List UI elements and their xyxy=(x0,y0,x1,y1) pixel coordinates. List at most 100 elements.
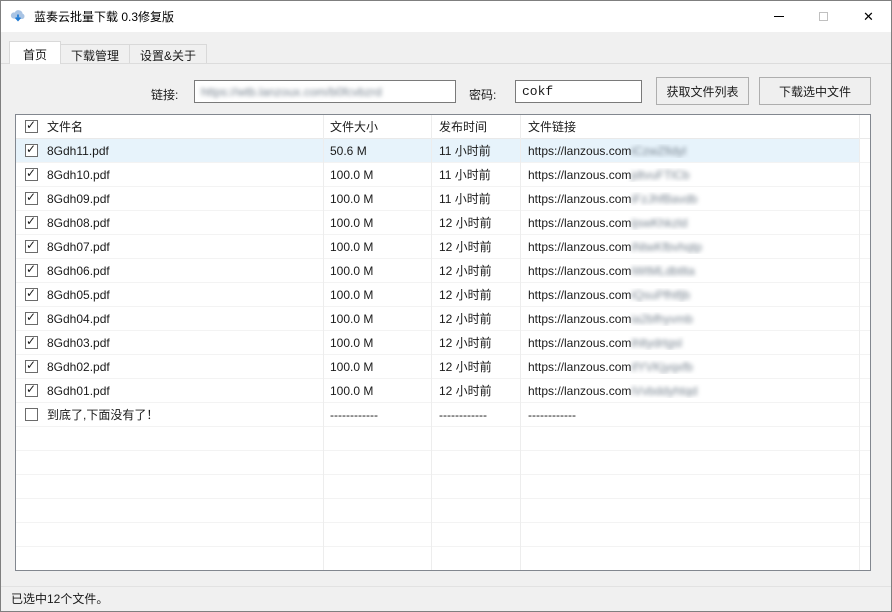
table-row[interactable]: 8Gdh03.pdf 100.0 M 12 小时前 https://lanzou… xyxy=(16,331,870,355)
row-checkbox[interactable] xyxy=(25,240,38,253)
window-controls: ✕ xyxy=(756,1,891,32)
table-row[interactable]: 8Gdh08.pdf 100.0 M 12 小时前 https://lanzou… xyxy=(16,211,870,235)
cell-link: https://lanzous.comiVvbddyhtqd xyxy=(520,384,859,398)
empty-row xyxy=(16,499,870,523)
table-row[interactable]: 8Gdh04.pdf 100.0 M 12 小时前 https://lanzou… xyxy=(16,307,870,331)
cell-link: https://lanzous.comijswKhkzld xyxy=(520,216,859,230)
cell-filename-text: 8Gdh09.pdf xyxy=(47,192,110,206)
link-prefix: https://lanzous.com xyxy=(528,312,631,326)
file-table: 文件名 文件大小 发布时间 文件链接 8Gdh11.pdf 50.6 M 11 … xyxy=(15,114,871,571)
table-row[interactable]: 8Gdh07.pdf 100.0 M 12 小时前 https://lanzou… xyxy=(16,235,870,259)
row-checkbox[interactable] xyxy=(25,168,38,181)
minimize-icon xyxy=(774,16,784,17)
password-input-value: cokf xyxy=(522,84,553,99)
row-checkbox[interactable] xyxy=(25,360,38,373)
cell-filename-text: 8Gdh08.pdf xyxy=(47,216,110,230)
cell-link: https://lanzous.comia2bfhyvmb xyxy=(520,312,859,326)
table-row[interactable]: 到底了,下面没有了！ ------------ ------------ ---… xyxy=(16,403,870,427)
close-button[interactable]: ✕ xyxy=(846,1,891,32)
cell-time: 12 小时前 xyxy=(431,214,520,231)
cell-link: https://lanzous.comiWtMLdbtlta xyxy=(520,264,859,278)
row-checkbox[interactable] xyxy=(25,336,38,349)
tab-strip: 首页 下载管理 设置&关于 xyxy=(9,41,206,64)
link-prefix: https://lanzous.com xyxy=(528,192,631,206)
close-icon: ✕ xyxy=(863,10,874,23)
row-checkbox[interactable] xyxy=(25,264,38,277)
table-body: 8Gdh11.pdf 50.6 M 11 小时前 https://lanzous… xyxy=(16,139,870,571)
column-header-link[interactable]: 文件链接 xyxy=(520,118,859,135)
minimize-button[interactable] xyxy=(756,1,801,32)
row-checkbox[interactable] xyxy=(25,384,38,397)
table-row[interactable]: 8Gdh10.pdf 100.0 M 11 小时前 https://lanzou… xyxy=(16,163,870,187)
row-checkbox[interactable] xyxy=(25,408,38,421)
row-checkbox[interactable] xyxy=(25,312,38,325)
cell-filename: 8Gdh11.pdf xyxy=(16,144,323,158)
empty-row xyxy=(16,523,870,547)
cell-filename-text: 8Gdh04.pdf xyxy=(47,312,110,326)
cell-filename: 到底了,下面没有了！ xyxy=(16,406,323,423)
tab-settings-about[interactable]: 设置&关于 xyxy=(129,44,207,63)
link-blurred: ijswKhkzld xyxy=(631,216,687,230)
status-bar: 已选中12个文件。 xyxy=(1,586,891,611)
table-row[interactable]: 8Gdh02.pdf 100.0 M 12 小时前 https://lanzou… xyxy=(16,355,870,379)
cell-filename: 8Gdh08.pdf xyxy=(16,216,323,230)
column-header-filename[interactable]: 文件名 xyxy=(16,118,323,135)
cell-filename-text: 到底了,下面没有了！ xyxy=(47,406,158,423)
cell-time: 12 小时前 xyxy=(431,358,520,375)
cell-link: https://lanzous.comifYVKjyqxfb xyxy=(520,360,859,374)
row-checkbox[interactable] xyxy=(25,216,38,229)
cell-link: ------------ xyxy=(520,408,859,422)
cell-link: https://lanzous.comihltydrtgsl xyxy=(520,336,859,350)
header-checkbox[interactable] xyxy=(25,120,38,133)
tab-home[interactable]: 首页 xyxy=(9,41,61,64)
cell-filesize: 100.0 M xyxy=(323,264,431,278)
titlebar: 蓝奏云批量下载 0.3修复版 ✕ xyxy=(1,1,891,32)
link-blurred: ifYVKjyqxfb xyxy=(631,360,692,374)
link-blurred: ia2bfhyvmb xyxy=(631,312,692,326)
cell-link: https://lanzous.comiFzJhfBavdb xyxy=(520,192,859,206)
table-row[interactable]: 8Gdh01.pdf 100.0 M 12 小时前 https://lanzou… xyxy=(16,379,870,403)
cell-filesize: 100.0 M xyxy=(323,216,431,230)
table-row[interactable]: 8Gdh11.pdf 50.6 M 11 小时前 https://lanzous… xyxy=(16,139,870,163)
link-blurred: iVvbddyhtqd xyxy=(631,384,697,398)
link-prefix: https://lanzous.com xyxy=(528,336,631,350)
cell-filesize: 50.6 M xyxy=(323,144,431,158)
cell-filesize: 100.0 M xyxy=(323,312,431,326)
link-label: 链接: xyxy=(151,86,178,103)
link-prefix: https://lanzous.com xyxy=(528,240,631,254)
column-header-filename-label: 文件名 xyxy=(47,118,83,135)
download-selected-button[interactable]: 下载选中文件 xyxy=(759,77,871,105)
cell-time: 12 小时前 xyxy=(431,382,520,399)
row-checkbox[interactable] xyxy=(25,144,38,157)
column-divider xyxy=(859,115,860,570)
column-header-filesize[interactable]: 文件大小 xyxy=(323,118,431,135)
cell-link: https://lanzous.comiCzwZfidyl xyxy=(520,144,859,158)
cell-filename-text: 8Gdh06.pdf xyxy=(47,264,110,278)
link-blurred: iWtMLdbtlta xyxy=(631,264,694,278)
cell-filesize: 100.0 M xyxy=(323,288,431,302)
cell-filename: 8Gdh02.pdf xyxy=(16,360,323,374)
tab-download-manager-label: 下载管理 xyxy=(71,47,119,64)
row-checkbox[interactable] xyxy=(25,288,38,301)
cell-filename: 8Gdh10.pdf xyxy=(16,168,323,182)
empty-row xyxy=(16,427,870,451)
cell-time: 11 小时前 xyxy=(431,190,520,207)
table-row[interactable]: 8Gdh09.pdf 100.0 M 11 小时前 https://lanzou… xyxy=(16,187,870,211)
password-label: 密码: xyxy=(469,86,496,103)
table-row[interactable]: 8Gdh06.pdf 100.0 M 12 小时前 https://lanzou… xyxy=(16,259,870,283)
cell-filename-text: 8Gdh02.pdf xyxy=(47,360,110,374)
cell-filename-text: 8Gdh07.pdf xyxy=(47,240,110,254)
table-row[interactable]: 8Gdh05.pdf 100.0 M 12 小时前 https://lanzou… xyxy=(16,283,870,307)
link-input[interactable]: https://wtb.lanzoux.com/b0fcvbzrd xyxy=(194,80,456,103)
password-input[interactable]: cokf xyxy=(515,80,642,103)
tab-download-manager[interactable]: 下载管理 xyxy=(60,44,130,63)
column-header-time[interactable]: 发布时间 xyxy=(431,118,520,135)
fetch-file-list-button[interactable]: 获取文件列表 xyxy=(656,77,749,105)
maximize-button[interactable] xyxy=(801,1,846,32)
cell-filename: 8Gdh06.pdf xyxy=(16,264,323,278)
cell-filesize: ------------ xyxy=(323,408,431,422)
cell-filename: 8Gdh01.pdf xyxy=(16,384,323,398)
row-checkbox[interactable] xyxy=(25,192,38,205)
empty-row xyxy=(16,475,870,499)
cell-time: 11 小时前 xyxy=(431,166,520,183)
